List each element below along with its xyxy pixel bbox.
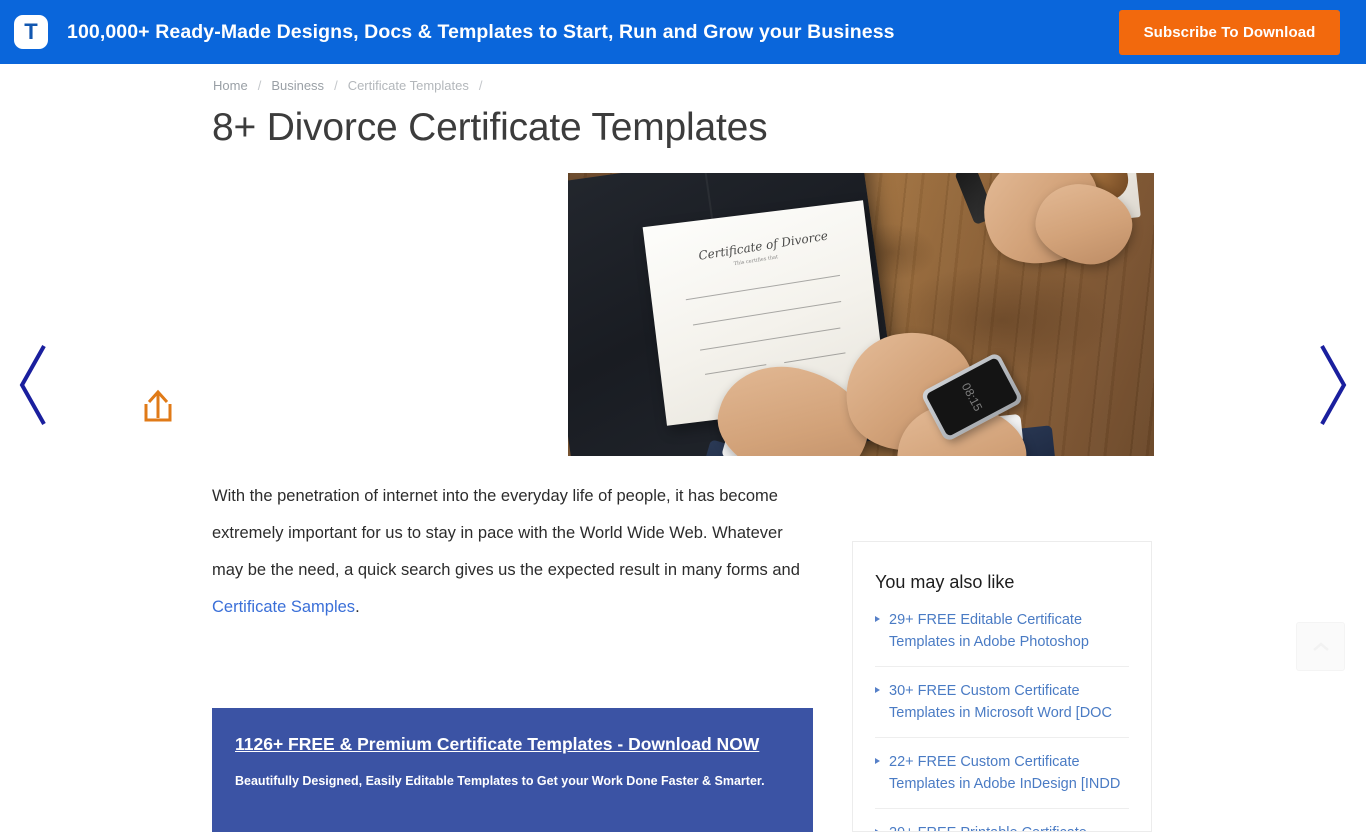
you-may-also-like-card: You may also like 29+ FREE Editable Cert…	[852, 541, 1152, 832]
certificate-rule	[692, 301, 842, 326]
chevron-up-icon	[1312, 641, 1329, 651]
breadcrumb: Home / Business / Certificate Templates …	[213, 78, 492, 93]
hero-photo-illustration: Certificate of Divorce This certifies th…	[568, 173, 1154, 456]
paragraph-text-part2: .	[355, 598, 360, 616]
list-item[interactable]: 22+ FREE Custom Certificate Templates in…	[875, 738, 1129, 809]
related-link-line1: 22+ FREE Custom Certificate	[889, 754, 1080, 770]
list-item[interactable]: 29+ FREE Editable Certificate Templates …	[875, 603, 1129, 667]
breadcrumb-certificate-templates[interactable]: Certificate Templates	[348, 78, 469, 93]
triangle-bullet-icon	[875, 687, 880, 693]
related-link-line2: Templates in Microsoft Word [DOC	[889, 705, 1112, 721]
related-link-line1: 29+ FREE Printable Certificate	[889, 822, 1087, 831]
breadcrumb-separator-3: /	[478, 78, 483, 93]
sidebar-title: You may also like	[875, 572, 1015, 592]
breadcrumb-home[interactable]: Home	[213, 78, 248, 93]
chevron-left-icon	[19, 345, 46, 425]
related-link-text: 30+ FREE Custom Certificate Templates in…	[889, 680, 1112, 724]
subscribe-to-download-button[interactable]: Subscribe To Download	[1119, 10, 1340, 55]
related-link-line2: Templates in Adobe Photoshop	[889, 634, 1089, 650]
certificate-signature-rule	[784, 352, 846, 364]
chevron-right-icon	[1320, 345, 1347, 425]
site-logo[interactable]: T	[14, 15, 48, 49]
related-link-text: 22+ FREE Custom Certificate Templates in…	[889, 751, 1120, 795]
certificate-samples-link[interactable]: Certificate Samples	[212, 598, 355, 616]
share-upload-glyph	[144, 389, 172, 422]
related-link-line1: 30+ FREE Custom Certificate	[889, 683, 1080, 699]
cta-title-link[interactable]: 1126+ FREE & Premium Certificate Templat…	[235, 734, 759, 754]
phone-time-label: 08:15	[958, 380, 986, 414]
next-arrow-icon[interactable]	[1312, 342, 1352, 428]
related-link-text: 29+ FREE Printable Certificate	[889, 822, 1087, 831]
share-icon[interactable]	[138, 386, 178, 428]
triangle-bullet-icon	[875, 616, 880, 622]
previous-arrow-icon[interactable]	[14, 342, 54, 428]
article-paragraph: With the penetration of internet into th…	[212, 478, 812, 626]
article-body: With the penetration of internet into th…	[212, 478, 812, 626]
breadcrumb-business[interactable]: Business	[271, 78, 324, 93]
certificate-rule	[700, 327, 841, 351]
triangle-bullet-icon	[875, 758, 880, 764]
hero-image: Certificate of Divorce This certifies th…	[568, 173, 1154, 456]
related-link-line1: 29+ FREE Editable Certificate	[889, 612, 1083, 628]
paragraph-text-part1: With the penetration of internet into th…	[212, 487, 800, 579]
breadcrumb-separator-2: /	[334, 78, 338, 93]
promo-cta-banner[interactable]: 1126+ FREE & Premium Certificate Templat…	[212, 708, 813, 832]
certificate-rule	[685, 274, 841, 301]
list-item[interactable]: 30+ FREE Custom Certificate Templates in…	[875, 667, 1129, 738]
related-link-text: 29+ FREE Editable Certificate Templates …	[889, 609, 1089, 653]
related-links-list: 29+ FREE Editable Certificate Templates …	[875, 603, 1129, 831]
list-item[interactable]: 29+ FREE Printable Certificate	[875, 809, 1129, 831]
promo-headline: 100,000+ Ready-Made Designs, Docs & Temp…	[67, 20, 895, 43]
logo-letter: T	[24, 19, 38, 44]
cta-subtitle: Beautifully Designed, Easily Editable Te…	[235, 774, 765, 788]
related-link-line2: Templates in Adobe InDesign [INDD	[889, 776, 1121, 792]
breadcrumb-separator-1: /	[257, 78, 262, 93]
top-promo-banner: T 100,000+ Ready-Made Designs, Docs & Te…	[0, 0, 1366, 64]
page-title: 8+ Divorce Certificate Templates	[212, 106, 768, 149]
scroll-to-top-button[interactable]	[1296, 622, 1345, 671]
